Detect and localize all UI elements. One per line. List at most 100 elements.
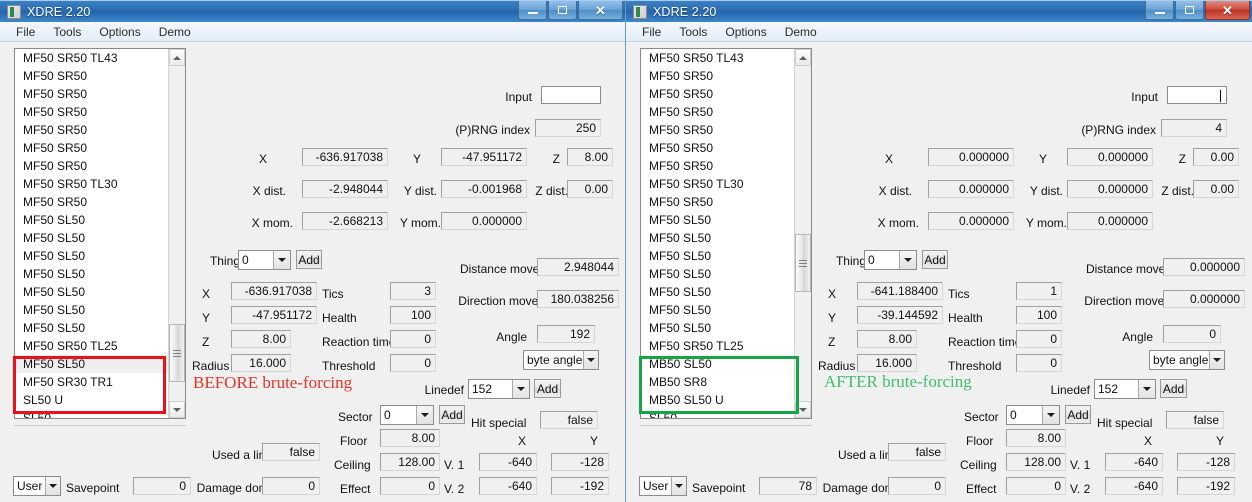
list-item[interactable]: MF50 SR50 TL30 (15, 175, 168, 193)
list-item[interactable]: MF50 SL50 (15, 211, 168, 229)
y-mom-field[interactable]: 0.000000 (441, 212, 527, 230)
list-item[interactable]: MF50 SR50 (15, 121, 168, 139)
z-dist-field[interactable]: 0.00 (1193, 180, 1239, 198)
maximize-button[interactable] (548, 1, 577, 20)
list-item[interactable]: MF50 SL50 (15, 247, 168, 265)
titlebar-before[interactable]: XDRE 2.20 ✕ (0, 0, 625, 22)
scroll-up-button[interactable] (795, 49, 811, 66)
close-button[interactable]: ✕ (578, 1, 623, 20)
vertex1-x-field[interactable]: -640 (1105, 453, 1163, 471)
titlebar-after[interactable]: XDRE 2.20 ✕ (626, 0, 1252, 22)
menu-tools[interactable]: Tools (44, 23, 90, 41)
list-item[interactable]: MF50 SR50 (641, 103, 794, 121)
scroll-down-button[interactable] (169, 401, 185, 418)
thing-y-field[interactable]: -47.951172 (231, 306, 317, 324)
list-item[interactable]: SL50 (15, 409, 168, 418)
list-item[interactable]: MB50 SL50 (641, 355, 794, 373)
vertex1-y-field[interactable]: -128 (551, 453, 609, 471)
close-button[interactable]: ✕ (1205, 1, 1250, 20)
list-item[interactable]: MF50 SL50 (641, 301, 794, 319)
used-a-line-field[interactable]: false (262, 443, 320, 461)
menu-options[interactable]: Options (90, 23, 149, 41)
chevron-down-icon[interactable] (416, 406, 433, 424)
y-dist-field[interactable]: -0.001968 (441, 180, 527, 198)
list-item[interactable]: MF50 SR50 (641, 121, 794, 139)
list-item[interactable]: MF50 SL50 (15, 301, 168, 319)
list-item[interactable]: MF50 SL50 (15, 229, 168, 247)
thing-x-field[interactable]: -641.188400 (857, 282, 943, 300)
angle-field[interactable]: 192 (537, 325, 595, 343)
list-item[interactable]: MB50 SL50 U (641, 391, 794, 409)
list-item[interactable]: MF50 SL50 (641, 247, 794, 265)
maximize-button[interactable] (1175, 1, 1204, 20)
list-item[interactable]: MB50 SR8 (641, 373, 794, 391)
distance-moved-field[interactable]: 0.000000 (1163, 258, 1245, 276)
angle-mode-combo[interactable]: byte angle (523, 350, 599, 370)
list-item[interactable]: MF50 SR50 TL25 (15, 337, 168, 355)
list-item[interactable]: MF50 SR50 (641, 193, 794, 211)
y-mom-field[interactable]: 0.000000 (1067, 212, 1153, 230)
floor-field[interactable]: 8.00 (380, 429, 440, 447)
tics-field[interactable]: 1 (1016, 282, 1062, 300)
vertex1-x-field[interactable]: -640 (479, 453, 537, 471)
list-item[interactable]: MF50 SR50 (641, 157, 794, 175)
list-item[interactable]: MF50 SL50 (641, 319, 794, 337)
chevron-down-icon[interactable] (45, 477, 60, 495)
y-field[interactable]: -47.951172 (441, 148, 527, 166)
hit-special-field[interactable]: false (1166, 411, 1224, 429)
x-mom-field[interactable]: 0.000000 (928, 212, 1014, 230)
chevron-down-icon[interactable] (671, 477, 686, 495)
chevron-down-icon[interactable] (583, 351, 598, 369)
thing-combo[interactable]: 0 (238, 250, 291, 270)
chevron-down-icon[interactable] (512, 380, 529, 398)
ceiling-field[interactable]: 128.00 (1006, 453, 1066, 471)
direction-moved-field[interactable]: 180.038256 (537, 290, 619, 308)
z-field[interactable]: 0.00 (1193, 148, 1239, 166)
list-item[interactable]: MF50 SR50 (15, 67, 168, 85)
x-field[interactable]: 0.000000 (928, 148, 1014, 166)
used-a-line-field[interactable]: false (888, 443, 946, 461)
list-item[interactable]: MF50 SL50 (15, 355, 168, 373)
list-item[interactable]: MF50 SR50 TL25 (641, 337, 794, 355)
list-item[interactable]: MF50 SL50 (15, 283, 168, 301)
list-item[interactable]: MF50 SR50 TL43 (15, 49, 168, 67)
list-item[interactable]: MF50 SR50 (15, 157, 168, 175)
chevron-down-icon[interactable] (1138, 380, 1155, 398)
thing-z-field[interactable]: 8.00 (857, 330, 917, 348)
menu-file[interactable]: File (633, 23, 670, 41)
x-dist-field[interactable]: -2.948044 (302, 180, 388, 198)
radius-field[interactable]: 16.000 (231, 354, 291, 372)
list-item[interactable]: MF50 SR50 (641, 139, 794, 157)
angle-field[interactable]: 0 (1163, 325, 1221, 343)
savepoint-field[interactable]: 0 (133, 477, 191, 495)
chevron-down-icon[interactable] (1042, 406, 1059, 424)
minimize-button[interactable] (1145, 1, 1174, 20)
thing-combo[interactable]: 0 (864, 250, 917, 270)
rng-index-field[interactable]: 250 (535, 119, 601, 137)
chevron-down-icon[interactable] (1209, 351, 1224, 369)
list-item[interactable]: MF50 SR50 TL30 (641, 175, 794, 193)
linedef-add-button[interactable]: Add (534, 379, 561, 398)
reaction-time-field[interactable]: 0 (390, 330, 436, 348)
distance-moved-field[interactable]: 2.948044 (537, 258, 619, 276)
list-item[interactable]: MF50 SL50 (641, 211, 794, 229)
thing-x-field[interactable]: -636.917038 (231, 282, 317, 300)
linedef-combo[interactable]: 152 (1094, 379, 1156, 399)
menu-demo[interactable]: Demo (776, 23, 826, 41)
thing-y-field[interactable]: -39.144592 (857, 306, 943, 324)
minimize-button[interactable] (518, 1, 547, 20)
z-dist-field[interactable]: 0.00 (567, 180, 613, 198)
event-list-before[interactable]: MF50 SR50 TL43 MF50 SR50 MF50 SR50 MF50 SR5… (14, 48, 186, 419)
list-item[interactable]: SL50 U (15, 391, 168, 409)
input-field[interactable] (541, 86, 601, 104)
list-item[interactable]: MF50 SL50 (15, 265, 168, 283)
list-item[interactable]: MF50 SR50 (641, 67, 794, 85)
list-item[interactable]: MF50 SR50 (641, 85, 794, 103)
vertex2-x-field[interactable]: -640 (479, 477, 537, 495)
vertex2-y-field[interactable]: -192 (1177, 477, 1235, 495)
x-field[interactable]: -636.917038 (302, 148, 388, 166)
x-dist-field[interactable]: 0.000000 (928, 180, 1014, 198)
health-field[interactable]: 100 (1016, 306, 1062, 324)
menu-demo[interactable]: Demo (150, 23, 200, 41)
list-scrollbar[interactable] (168, 49, 185, 418)
